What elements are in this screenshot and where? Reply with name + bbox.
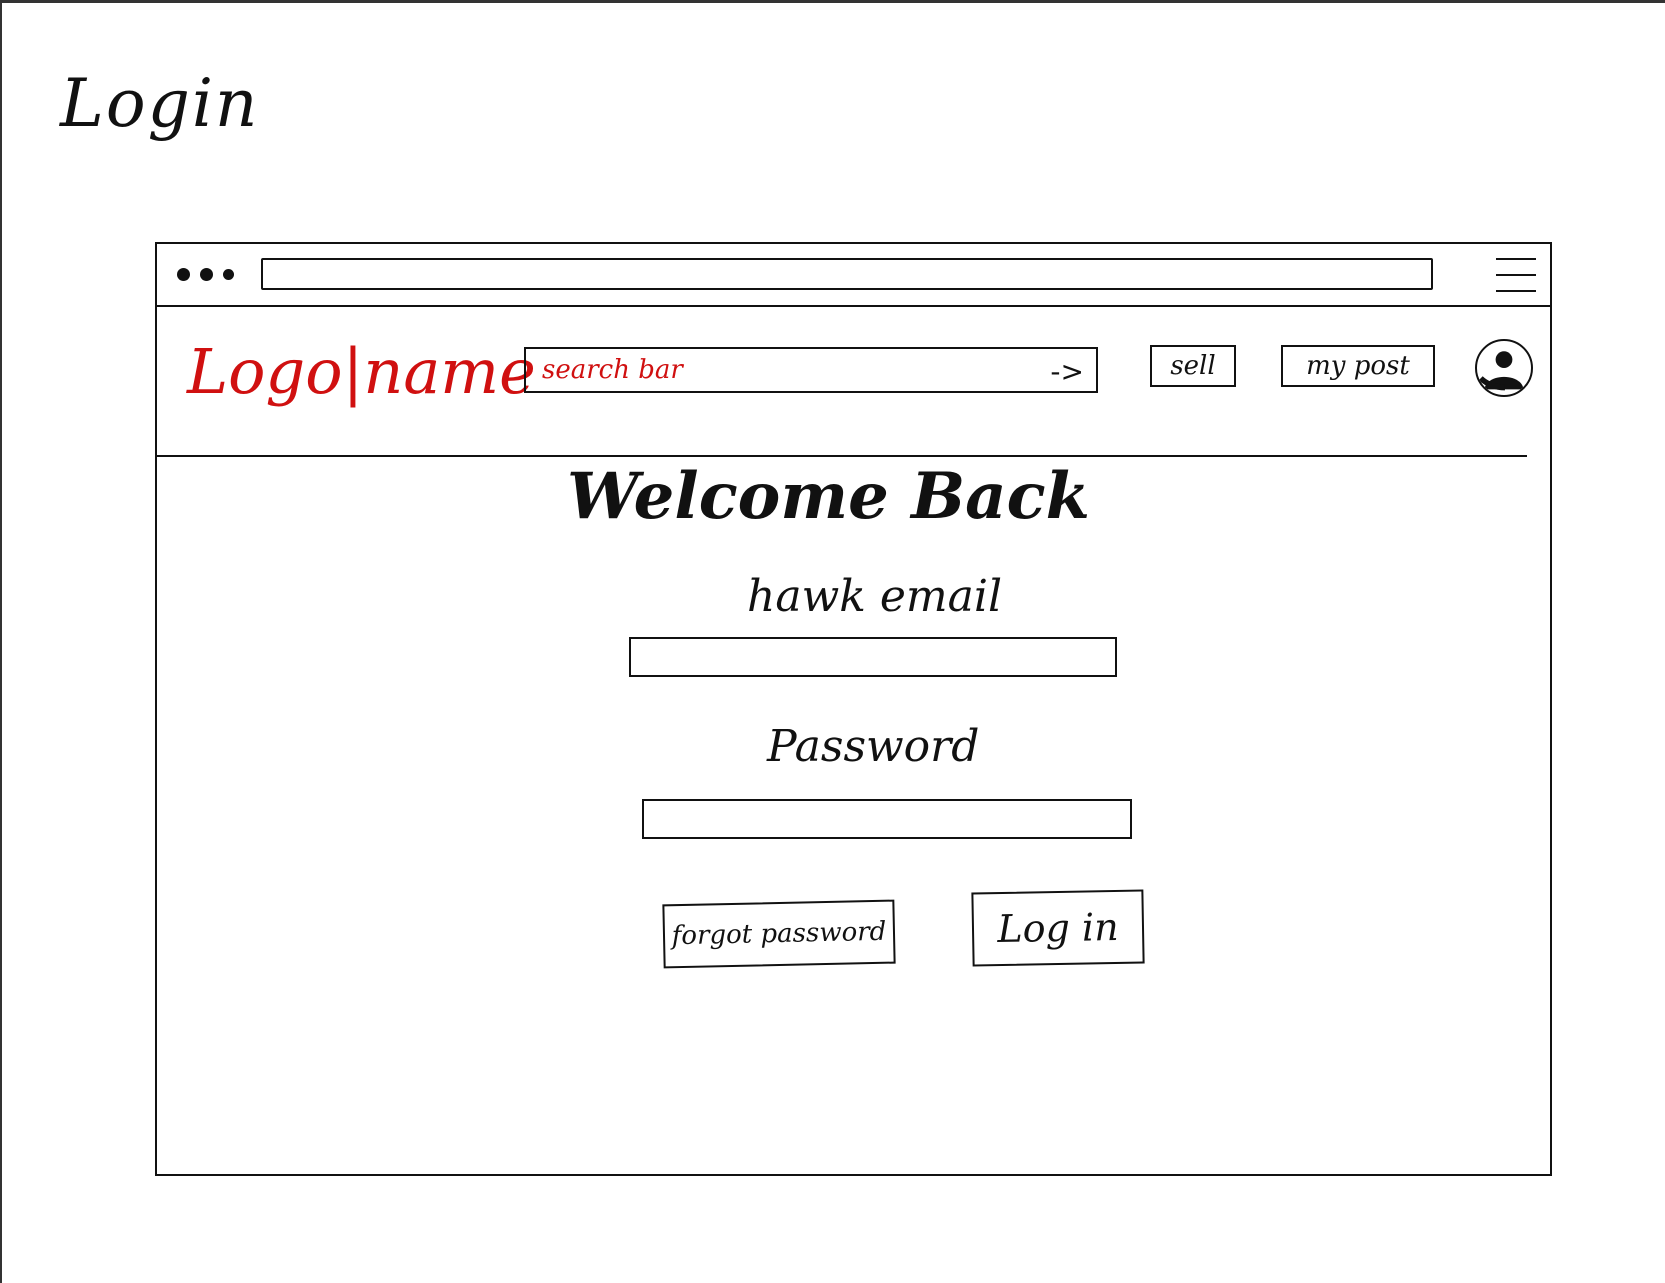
- password-field[interactable]: [642, 799, 1132, 839]
- page-title: Welcome Back: [567, 459, 1090, 534]
- browser-chrome-bar: [157, 244, 1550, 307]
- search-submit-arrow-icon[interactable]: ->: [1050, 355, 1084, 388]
- browser-window: Logo|name -> sell my post Welcome Back h…: [155, 242, 1552, 1176]
- login-button[interactable]: Log in: [971, 889, 1145, 967]
- window-dot-icon[interactable]: [200, 268, 213, 281]
- avatar-figure: [1478, 351, 1524, 391]
- window-dot-icon[interactable]: [177, 268, 190, 281]
- site-logo[interactable]: Logo|name: [187, 335, 536, 408]
- sell-button[interactable]: sell: [1150, 345, 1236, 387]
- sketch-page: Login Logo|name -> sell my post: [0, 0, 1665, 1283]
- hamburger-line: [1496, 274, 1536, 276]
- password-label: Password: [767, 721, 980, 772]
- user-avatar-icon[interactable]: [1475, 339, 1533, 397]
- site-header: Logo|name -> sell my post: [157, 307, 1533, 457]
- search-input[interactable]: [542, 355, 1012, 385]
- hamburger-line: [1496, 290, 1536, 292]
- hamburger-line: [1496, 258, 1536, 260]
- my-post-button[interactable]: my post: [1281, 345, 1435, 387]
- sketch-title: Login: [60, 65, 260, 142]
- window-dot-icon[interactable]: [223, 269, 234, 280]
- hamburger-menu-icon[interactable]: [1496, 258, 1536, 292]
- forgot-password-button[interactable]: forgot password: [662, 899, 896, 969]
- window-controls: [177, 268, 234, 281]
- email-label: hawk email: [747, 571, 1003, 622]
- search-bar[interactable]: ->: [524, 347, 1098, 393]
- login-content: Welcome Back hawk email Password forgot …: [157, 459, 1550, 1159]
- email-field[interactable]: [629, 637, 1117, 677]
- address-bar[interactable]: [261, 258, 1433, 290]
